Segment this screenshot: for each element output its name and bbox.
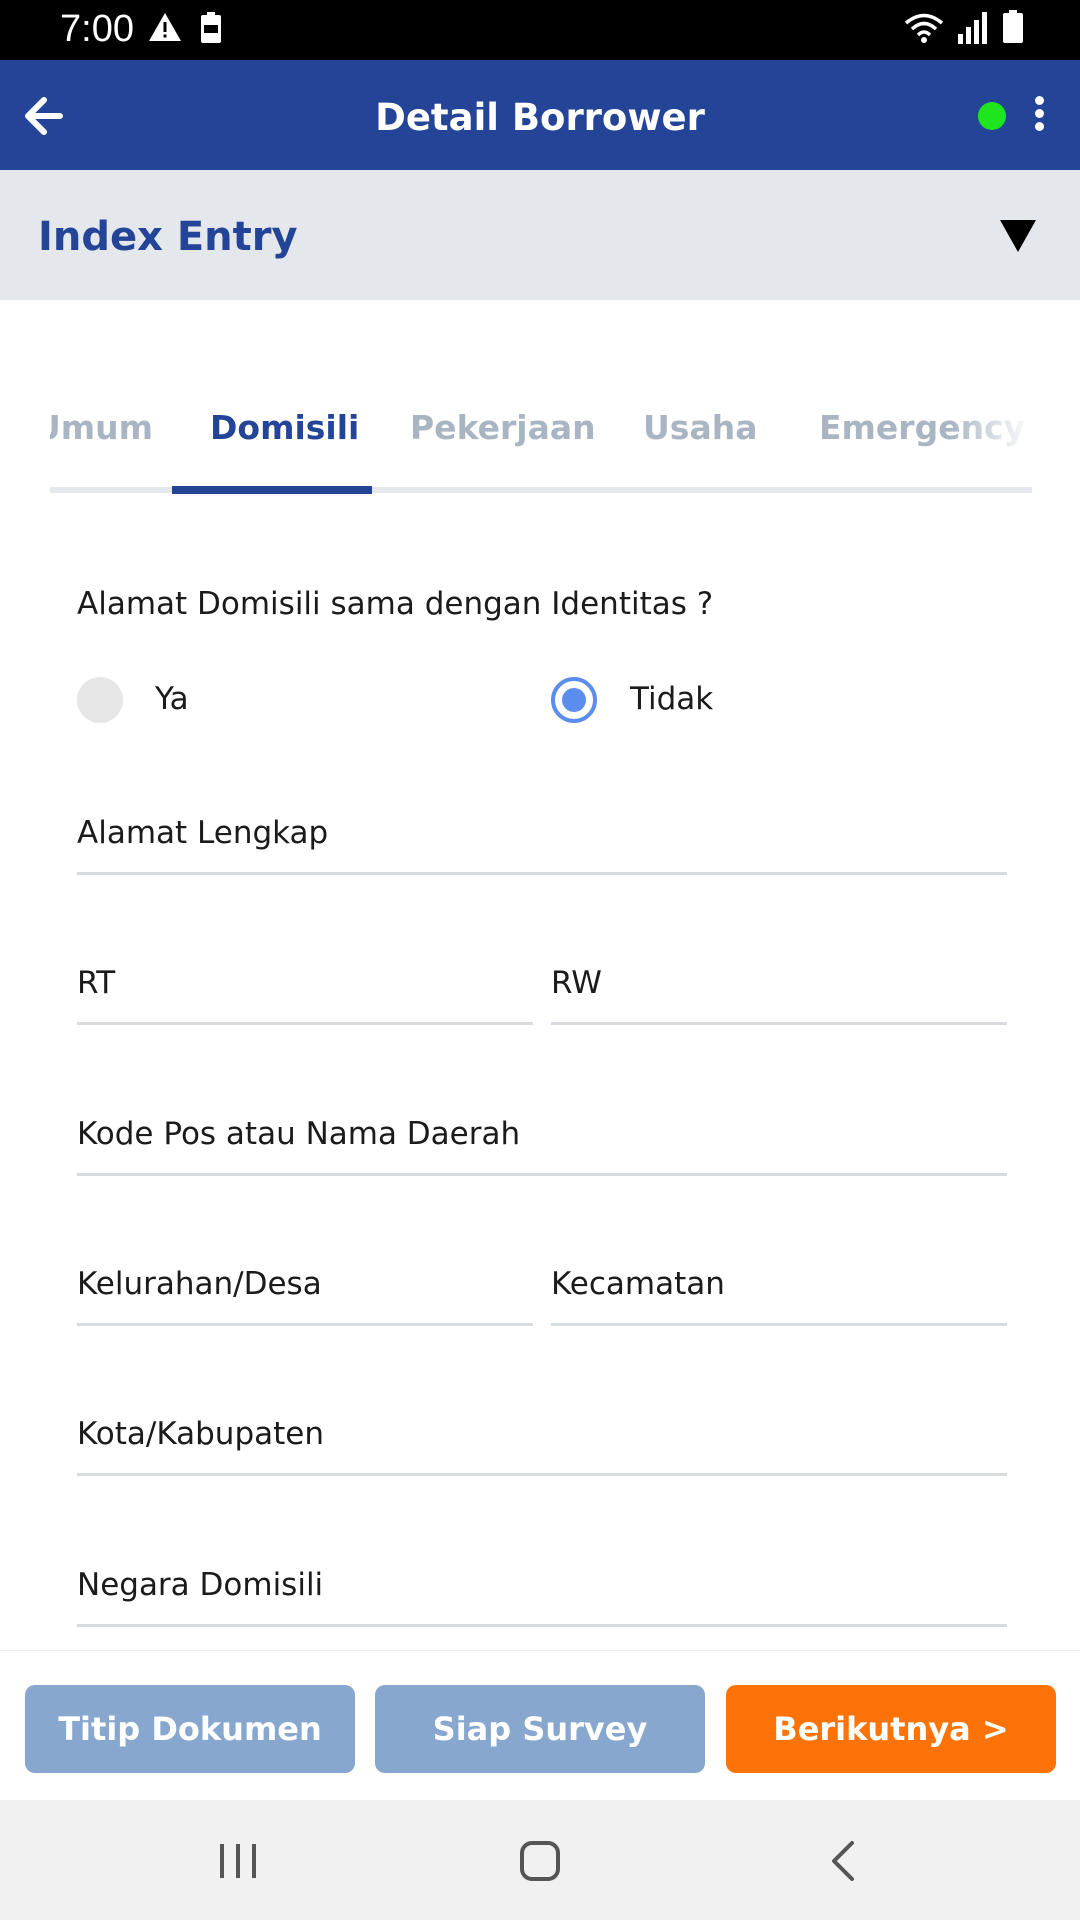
app-bar: Detail Borrower <box>0 60 1080 170</box>
more-options-icon[interactable] <box>1026 96 1052 136</box>
kelurahan-label: Kelurahan/Desa <box>77 1266 322 1302</box>
tab-pekerjaan[interactable]: Pekerjaan <box>410 408 596 447</box>
kode-pos-field[interactable]: Kode Pos atau Nama Daerah <box>77 1116 1007 1176</box>
rw-label: RW <box>551 965 602 1001</box>
rw-field[interactable]: RW <box>551 965 1007 1025</box>
status-bar: 7:00 <box>0 0 1080 60</box>
tab-umum[interactable]: Umum <box>50 408 153 447</box>
online-status-dot <box>978 102 1006 130</box>
status-time: 7:00 <box>60 8 134 50</box>
collapse-triangle-icon[interactable] <box>998 218 1038 254</box>
battery-icon <box>1003 10 1023 43</box>
section-title: Index Entry <box>38 214 298 260</box>
system-nav-bar <box>0 1800 1080 1920</box>
alamat-lengkap-field[interactable]: Alamat Lengkap <box>77 815 1007 875</box>
signal-icon <box>958 12 987 44</box>
rt-field[interactable]: RT <box>77 965 533 1025</box>
kota-field[interactable]: Kota/Kabupaten <box>77 1416 1007 1476</box>
battery-saver-icon <box>201 12 221 43</box>
titip-dokumen-button[interactable]: Titip Dokumen <box>25 1685 355 1773</box>
kota-label: Kota/Kabupaten <box>77 1416 325 1452</box>
footer-actions: Titip Dokumen Siap Survey Berikutnya > <box>0 1650 1080 1800</box>
siap-survey-button[interactable]: Siap Survey <box>375 1685 705 1773</box>
tab-bar: Umum Domisili Pekerjaan Usaha Emergency <box>50 380 1032 495</box>
radio-ya[interactable] <box>77 677 123 723</box>
tab-active-indicator <box>172 486 372 494</box>
index-entry-header[interactable]: Index Entry <box>0 170 1080 300</box>
kelurahan-field[interactable]: Kelurahan/Desa <box>77 1266 533 1326</box>
tab-domisili[interactable]: Domisili <box>210 408 359 447</box>
tab-scroll-fade <box>950 380 1032 480</box>
page-title: Detail Borrower <box>375 96 705 139</box>
radio-ya-label[interactable]: Ya <box>155 681 189 717</box>
negara-field[interactable]: Negara Domisili <box>77 1567 1007 1627</box>
radio-tidak[interactable] <box>551 677 597 723</box>
kecamatan-field[interactable]: Kecamatan <box>551 1266 1007 1326</box>
wifi-icon <box>904 13 944 43</box>
back-nav-icon[interactable] <box>828 1840 858 1882</box>
radio-tidak-label[interactable]: Tidak <box>630 681 713 717</box>
domisili-question: Alamat Domisili sama dengan Identitas ? <box>77 586 714 622</box>
recent-apps-icon[interactable] <box>218 1842 258 1880</box>
tab-usaha[interactable]: Usaha <box>643 408 757 447</box>
warning-icon <box>149 13 181 41</box>
kode-pos-label: Kode Pos atau Nama Daerah <box>77 1116 521 1152</box>
alamat-lengkap-label: Alamat Lengkap <box>77 815 329 851</box>
rt-label: RT <box>77 965 116 1001</box>
kecamatan-label: Kecamatan <box>551 1266 725 1302</box>
negara-label: Negara Domisili <box>77 1567 324 1603</box>
home-icon[interactable] <box>519 1840 561 1882</box>
berikutnya-button[interactable]: Berikutnya > <box>726 1685 1056 1773</box>
